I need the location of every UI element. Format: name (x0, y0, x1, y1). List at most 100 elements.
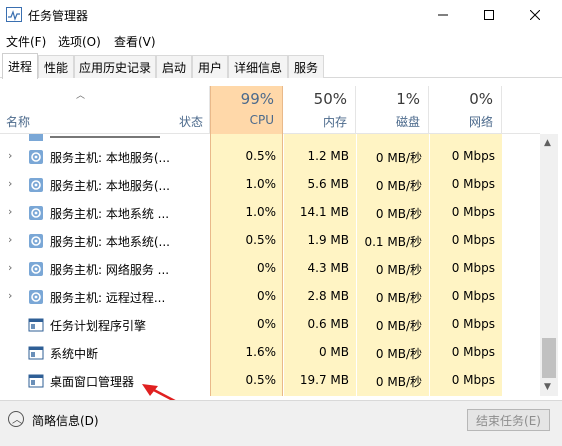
chevron-right-icon[interactable]: › (8, 205, 12, 218)
column-cpu[interactable]: 99% CPU (210, 86, 283, 134)
scroll-up-icon[interactable]: ▲ (544, 138, 551, 148)
table-row[interactable]: › 服务主机: 本地服务(... 1.0% 5.6 MB 0 MB/秒 0 Mbps (0, 170, 540, 198)
process-name: 服务主机: 本地服务(... (50, 151, 170, 165)
chevron-right-icon[interactable]: › (8, 261, 12, 274)
scrollbar-thumb[interactable] (542, 338, 556, 378)
scroll-down-icon[interactable]: ▼ (544, 382, 551, 392)
end-task-button[interactable]: 结束任务(E) (467, 409, 550, 431)
column-disk[interactable]: 1% 磁盘 (356, 86, 429, 134)
tab-users[interactable]: 用户 (192, 55, 228, 78)
column-status[interactable]: 状态 (179, 113, 203, 130)
column-name[interactable]: 名称 (6, 113, 30, 130)
disk-value: 0 MB/秒 (375, 375, 422, 389)
gear-icon (29, 150, 43, 164)
table-row-partial (0, 134, 540, 142)
cpu-value: 0.5% (245, 233, 277, 247)
network-total-percent: 0% (469, 90, 493, 108)
disk-value: 0 MB/秒 (375, 263, 422, 277)
cpu-value: 1.6% (245, 345, 277, 359)
network-value: 0 Mbps (451, 149, 495, 163)
process-name: 桌面窗口管理器 (50, 375, 135, 389)
truncated-row-text (50, 136, 160, 138)
table-row[interactable]: › 服务主机: 本地服务(... 0.5% 1.2 MB 0 MB/秒 0 Mbps (0, 142, 540, 170)
tab-bar: 进程 性能 应用历史记录 启动 用户 详细信息 服务 (0, 52, 562, 79)
menu-view[interactable]: 查看(V) (114, 33, 156, 50)
title-bar: 任务管理器 (0, 0, 562, 30)
process-name: 任务计划程序引擎 (50, 319, 147, 333)
vertical-scrollbar[interactable]: ▲ ▼ (540, 134, 558, 396)
network-value: 0 Mbps (451, 177, 495, 191)
minimize-button[interactable] (420, 0, 466, 30)
gear-icon (29, 178, 43, 192)
table-row[interactable]: 系统中断 1.6% 0 MB 0 MB/秒 0 Mbps (0, 338, 540, 366)
process-name: 服务主机: 本地系统(... (50, 235, 170, 249)
memory-value: 2.8 MB (307, 289, 349, 303)
disk-value: 0 MB/秒 (375, 291, 422, 305)
cpu-value: 1.0% (245, 177, 277, 191)
menu-options[interactable]: 选项(O) (58, 33, 101, 50)
process-name: 服务主机: 本地服务(... (50, 179, 170, 193)
network-value: 0 Mbps (451, 345, 495, 359)
disk-value: 0 MB/秒 (375, 179, 422, 193)
minimize-icon (438, 14, 448, 16)
tab-services[interactable]: 服务 (288, 55, 324, 78)
process-name: 服务主机: 本地系统 ... (50, 207, 170, 221)
gear-icon (29, 206, 43, 220)
chevron-right-icon[interactable]: › (8, 149, 12, 162)
disk-value: 0 MB/秒 (375, 207, 422, 221)
memory-value: 14.1 MB (299, 205, 349, 219)
memory-value: 0.6 MB (307, 317, 349, 331)
process-name: 服务主机: 远程过程... (50, 291, 166, 305)
network-value: 0 Mbps (451, 261, 495, 275)
disk-value: 0.1 MB/秒 (364, 235, 422, 249)
tab-startup[interactable]: 启动 (156, 55, 192, 78)
cpu-value: 0% (256, 261, 276, 275)
process-list: › 服务主机: 本地服务(... 0.5% 1.2 MB 0 MB/秒 0 Mbps › 服务… (0, 134, 540, 396)
cpu-value: 1.0% (245, 205, 277, 219)
table-row[interactable]: 任务计划程序引擎 0% 0.6 MB 0 MB/秒 0 Mbps (0, 310, 540, 338)
tab-performance[interactable]: 性能 (38, 55, 74, 78)
cpu-value: 0.5% (245, 149, 277, 163)
window-icon (28, 346, 44, 360)
gear-icon (29, 234, 43, 248)
memory-value: 0 MB (318, 345, 349, 359)
column-header: ︿ 名称 状态 99% CPU 50% 内存 1% 磁盘 0% 网络 (0, 86, 540, 134)
disk-total-percent: 1% (396, 90, 420, 108)
menu-bar: 文件(F) 选项(O) 查看(V) (0, 30, 562, 50)
gear-icon (29, 262, 43, 276)
network-value: 0 Mbps (451, 317, 495, 331)
cpu-value: 0.5% (245, 373, 277, 387)
menu-file[interactable]: 文件(F) (6, 33, 46, 50)
maximize-icon (484, 10, 494, 20)
fewer-details-link[interactable]: 简略信息(D) (32, 412, 99, 429)
tab-app-history[interactable]: 应用历史记录 (74, 55, 156, 78)
chevron-right-icon[interactable]: › (8, 233, 12, 246)
maximize-button[interactable] (466, 0, 512, 30)
table-row[interactable]: › 服务主机: 本地系统 ... 1.0% 14.1 MB 0 MB/秒 0 Mbps (0, 198, 540, 226)
fewer-details-toggle[interactable]: ︿ (8, 411, 24, 427)
network-value: 0 Mbps (451, 289, 495, 303)
tab-details[interactable]: 详细信息 (228, 55, 288, 78)
table-row[interactable]: › 服务主机: 网络服务 ... 0% 4.3 MB 0 MB/秒 0 Mbps (0, 254, 540, 282)
memory-value: 5.6 MB (307, 177, 349, 191)
network-value: 0 Mbps (451, 373, 495, 387)
table-row[interactable]: › 服务主机: 本地系统(... 0.5% 1.9 MB 0.1 MB/秒 0 Mbps (0, 226, 540, 254)
chevron-right-icon[interactable]: › (8, 289, 12, 302)
network-value: 0 Mbps (451, 205, 495, 219)
footer-bar: ︿ 简略信息(D) 结束任务(E) (0, 400, 562, 446)
window-icon (28, 318, 44, 332)
gear-icon (29, 290, 43, 304)
table-row[interactable]: › 服务主机: 远程过程... 0% 2.8 MB 0 MB/秒 0 Mbps (0, 282, 540, 310)
cpu-value: 0% (256, 289, 276, 303)
chevron-right-icon[interactable]: › (8, 177, 12, 190)
tab-processes[interactable]: 进程 (2, 53, 38, 79)
gear-icon (29, 134, 43, 141)
close-button[interactable] (512, 0, 558, 30)
memory-value: 4.3 MB (307, 261, 349, 275)
window-icon (28, 374, 44, 388)
process-name: 服务主机: 网络服务 ... (50, 263, 170, 277)
chevron-up-icon: ︿ (12, 415, 22, 426)
column-memory[interactable]: 50% 内存 (283, 86, 356, 134)
table-row[interactable]: 桌面窗口管理器 0.5% 19.7 MB 0 MB/秒 0 Mbps (0, 366, 540, 394)
column-network[interactable]: 0% 网络 (429, 86, 502, 134)
